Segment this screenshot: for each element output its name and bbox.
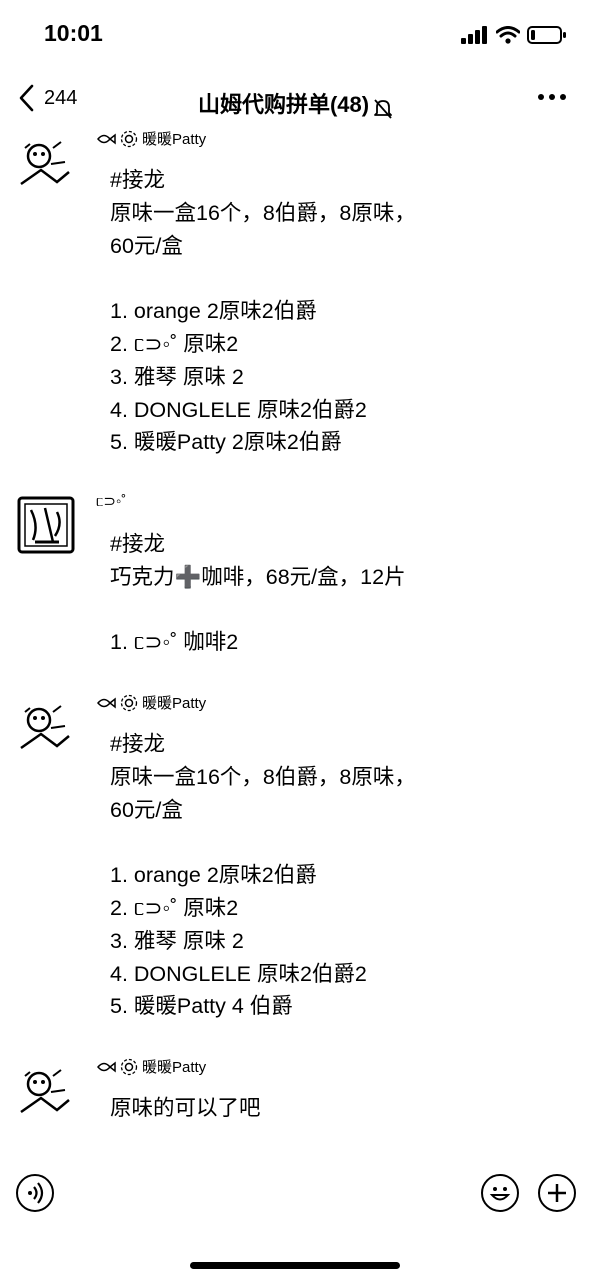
voice-button[interactable] (16, 1174, 54, 1212)
sender-name: 暖暖Patty (142, 695, 207, 712)
chat-title-wrap: 山姆代购拼单(48) (0, 87, 591, 119)
chat-title: 山姆代购拼单(48) (197, 92, 370, 117)
voice-icon (28, 1182, 44, 1204)
flower-icon (120, 694, 138, 711)
sender-name: ᥴ⊃◦˚ (96, 493, 127, 510)
fish-icon (97, 696, 116, 709)
message-text: 原味的可以了吧 (110, 1096, 261, 1120)
fish-icon (97, 1060, 116, 1073)
avatar[interactable] (17, 134, 75, 192)
muted-bell-icon (374, 99, 392, 119)
plus-button[interactable] (538, 1174, 576, 1212)
signal-icon (461, 26, 487, 44)
flower-icon (120, 130, 138, 147)
avatar[interactable] (17, 1062, 75, 1120)
message-text: #接龙 巧克力➕咖啡，68元/盒，12片 1. ᥴ⊃◦˚ 咖啡2 (110, 532, 406, 655)
sender-name-row: 暖暖Patty (96, 128, 206, 149)
status-bar: 10:01 (0, 0, 591, 70)
sender-name: 暖暖Patty (142, 1059, 207, 1076)
emoji-button[interactable] (481, 1174, 519, 1212)
emoji-icon (489, 1187, 511, 1201)
more-icon[interactable] (537, 92, 567, 102)
fish-icon (97, 132, 116, 145)
sender-name: 暖暖Patty (142, 131, 207, 148)
message-text: #接龙 原味一盒16个，8伯爵，8原味， 60元/盒 1. orange 2原味… (110, 732, 416, 1019)
status-time: 10:01 (44, 20, 103, 46)
message-text: #接龙 原味一盒16个，8伯爵，8原味， 60元/盒 1. orange 2原味… (110, 168, 416, 455)
sender-name-row: 暖暖Patty (96, 692, 206, 713)
input-bar (0, 1162, 591, 1222)
home-indicator (190, 1262, 400, 1269)
nav-bar: 244 山姆代购拼单(48) (0, 74, 591, 128)
battery-icon (527, 26, 566, 44)
sender-name-row: ᥴ⊃◦˚ (96, 492, 126, 510)
avatar[interactable] (17, 496, 75, 554)
status-icons (461, 26, 567, 44)
wifi-icon (496, 26, 520, 44)
flower-icon (120, 1058, 138, 1075)
avatar[interactable] (17, 698, 75, 756)
sender-name-row: 暖暖Patty (96, 1056, 206, 1077)
plus-icon (548, 1184, 566, 1202)
